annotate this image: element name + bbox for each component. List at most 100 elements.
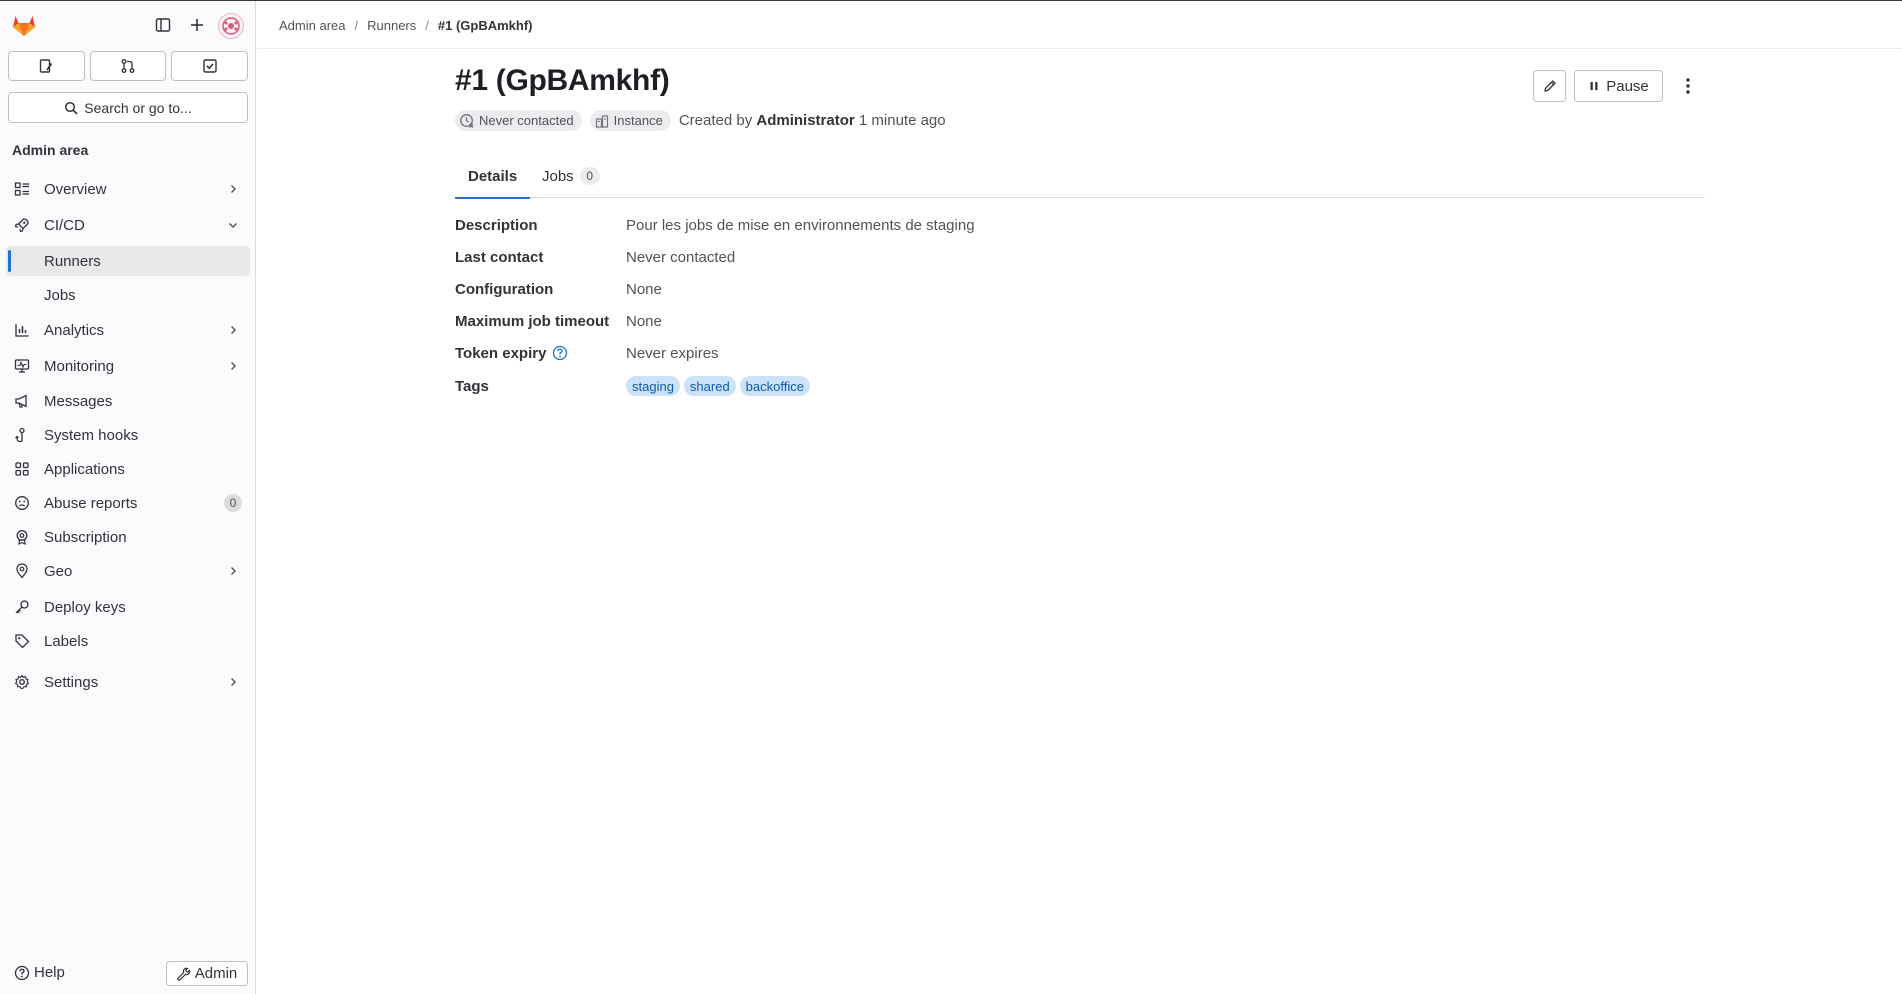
breadcrumb-separator: / (354, 18, 359, 33)
detail-label-text: Token expiry (455, 344, 547, 362)
detail-max-timeout: Maximum job timeout None (455, 309, 1455, 333)
abuse-icon (14, 495, 30, 511)
plus-icon[interactable] (185, 13, 209, 37)
detail-label: Maximum job timeout (455, 312, 610, 330)
detail-configuration: Configuration None (455, 277, 1455, 301)
sidebar-item-labels[interactable]: Labels (6, 626, 250, 656)
breadcrumb-current[interactable]: #1 (GpBAmkhf) (438, 18, 533, 33)
detail-value: Pour les jobs de mise en environnements … (626, 216, 975, 234)
sidebar-section-title: Admin area (12, 142, 89, 158)
key-icon (14, 599, 30, 615)
bullhorn-icon (14, 393, 30, 409)
detail-value: Never contacted (626, 248, 736, 266)
detail-description: Description Pour les jobs de mise en env… (455, 213, 1455, 237)
sidebar-item-label: Applications (44, 460, 125, 478)
sidebar-item-label: System hooks (44, 426, 139, 444)
toggle-sidebar-icon[interactable] (151, 13, 175, 37)
gitlab-logo-icon[interactable] (10, 11, 38, 39)
issues-button[interactable] (8, 51, 85, 81)
sidebar-item-cicd[interactable]: CI/CD (6, 210, 250, 240)
chevron-right-icon (226, 675, 240, 689)
sidebar-item-label: Geo (44, 562, 73, 580)
created-by-link[interactable]: Administrator (756, 112, 854, 129)
sidebar-item-settings[interactable]: Settings (6, 667, 250, 697)
breadcrumb-separator: / (425, 18, 429, 33)
detail-label: Description (455, 216, 538, 234)
chevron-down-icon (226, 218, 240, 232)
runner-type-badge: Instance (589, 110, 671, 131)
sidebar-item-system-hooks[interactable]: System hooks (6, 420, 250, 450)
detail-value: None (626, 312, 662, 330)
detail-token-expiry: Token expiry Never expires (455, 341, 1455, 365)
tag-badge: shared (683, 376, 736, 396)
sidebar-item-label: Subscription (44, 528, 127, 546)
tab-label: Details (468, 167, 518, 185)
sidebar-item-label: CI/CD (44, 216, 85, 234)
sidebar-item-messages[interactable]: Messages (6, 386, 250, 416)
detail-label: Configuration (455, 280, 554, 298)
avatar[interactable] (218, 13, 244, 39)
sidebar-item-label: Runners (44, 252, 101, 270)
gear-icon (14, 674, 30, 690)
breadcrumb-runners[interactable]: Runners (367, 18, 416, 33)
help-label: Help (34, 964, 65, 981)
pause-icon (1590, 82, 1598, 90)
sidebar-item-monitoring[interactable]: Monitoring (6, 351, 250, 381)
tab-details[interactable]: Details (455, 154, 531, 199)
sidebar: Search or go to... Admin area Overview C… (0, 1, 256, 994)
sidebar-item-label: Analytics (44, 321, 105, 339)
created-prefix: Created by (678, 112, 753, 129)
question-icon[interactable] (552, 345, 568, 361)
top-bar: Admin area / Runners / #1 (GpBAmkhf) (257, 1, 1902, 49)
tag-list: staging shared backoffice (626, 376, 810, 396)
todo-icon (202, 59, 217, 73)
detail-label: Last contact (455, 248, 544, 266)
merge-requests-button[interactable] (89, 51, 167, 81)
rocket-icon (14, 217, 30, 233)
hook-icon (14, 427, 30, 443)
instance-icon (595, 114, 608, 128)
search-label: Search or go to... (84, 99, 192, 116)
more-actions-icon[interactable] (1676, 72, 1700, 100)
count-badge: 0 (579, 167, 600, 185)
created-when: 1 minute ago (858, 112, 946, 129)
todos-button[interactable] (171, 51, 249, 81)
merge-request-icon (121, 59, 135, 73)
sidebar-item-subscription[interactable]: Subscription (6, 522, 250, 552)
sidebar-item-analytics[interactable]: Analytics (6, 315, 250, 345)
runner-type-label: Instance (613, 113, 663, 128)
monitor-icon (14, 358, 30, 374)
sidebar-item-jobs[interactable]: Jobs (6, 280, 250, 310)
admin-button[interactable]: Admin (166, 961, 248, 986)
help-button[interactable]: Help (14, 964, 65, 981)
pause-label: Pause (1606, 77, 1649, 95)
runner-tabs: Details Jobs 0 (455, 154, 1705, 199)
sidebar-item-overview[interactable]: Overview (6, 174, 250, 204)
sidebar-item-applications[interactable]: Applications (6, 454, 250, 484)
sidebar-item-deploy-keys[interactable]: Deploy keys (6, 592, 250, 622)
chevron-right-icon (226, 359, 240, 373)
sidebar-item-geo[interactable]: Geo (6, 556, 250, 586)
page-title: #1 (GpBAmkhf) (455, 64, 670, 97)
created-info: Created by Administrator 1 minute ago (679, 112, 946, 129)
pencil-icon (1543, 80, 1556, 92)
search-button[interactable]: Search or go to... (8, 92, 248, 123)
clock-x-icon (460, 113, 474, 128)
status-badge-label: Never contacted (479, 113, 574, 128)
edit-button[interactable] (1533, 70, 1566, 102)
sidebar-item-label: Labels (44, 632, 89, 650)
quick-actions (8, 51, 249, 81)
detail-tags: Tags staging shared backoffice (455, 374, 1455, 398)
sidebar-item-runners[interactable]: Runners (6, 246, 250, 276)
chevron-right-icon (226, 564, 240, 578)
tag-badge: staging (626, 376, 680, 396)
breadcrumb-admin-area[interactable]: Admin area (279, 18, 345, 33)
tab-jobs[interactable]: Jobs 0 (542, 154, 600, 198)
breadcrumb: Admin area / Runners / #1 (GpBAmkhf) (279, 18, 533, 33)
overview-icon (14, 181, 30, 197)
subscription-icon (14, 529, 30, 545)
pause-button[interactable]: Pause (1574, 70, 1663, 102)
issues-icon (40, 59, 53, 73)
sidebar-item-abuse-reports[interactable]: Abuse reports 0 (6, 488, 250, 518)
search-icon (65, 101, 78, 115)
